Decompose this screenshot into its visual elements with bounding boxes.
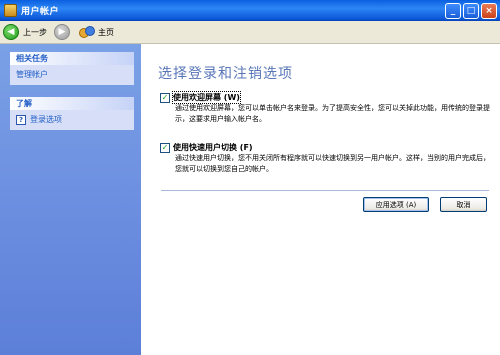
sidebar-item-label: 管理帐户 — [16, 70, 48, 79]
fast-user-switching-description: 通过快速用户切换，您不用关闭所有程序就可以快速切换到另一用户帐户。这样，当别的用… — [175, 154, 490, 173]
learn-header: 了解 — [10, 97, 134, 110]
fast-user-switching-checkbox[interactable]: ✓ — [160, 143, 170, 153]
minimize-button[interactable]: _ — [445, 3, 461, 19]
close-button[interactable]: × — [481, 3, 497, 19]
main-content: 选择登录和注销选项 ✓ 使用欢迎屏幕 (W) 通过使用欢迎屏幕，您可以单击帐户名… — [141, 44, 500, 355]
user-accounts-icon — [4, 4, 17, 17]
fast-user-switching-label[interactable]: 使用快速用户切换 (F) — [173, 142, 253, 153]
minimize-icon: _ — [450, 5, 456, 16]
window-title: 用户帐户 — [21, 7, 60, 17]
back-label: 上一步 — [23, 27, 47, 37]
maximize-icon: □ — [466, 5, 476, 16]
apply-options-button[interactable]: 应用选项 (A) — [363, 197, 429, 212]
welcome-screen-option: ✓ 使用欢迎屏幕 (W) 通过使用欢迎屏幕，您可以单击帐户名来登录。为了提高安全… — [160, 91, 490, 125]
sidebar: 相关任务 管理帐户 了解 ? 登录选项 — [0, 44, 141, 355]
sidebar-item-label: 登录选项 — [30, 115, 62, 124]
users-icon — [79, 26, 95, 38]
welcome-screen-checkbox[interactable]: ✓ — [160, 93, 170, 103]
sidebar-item-logon-options[interactable]: ? 登录选项 — [10, 110, 134, 130]
welcome-screen-description: 通过使用欢迎屏幕，您可以单击帐户名来登录。为了提高安全性，您可以关掉此功能，用传… — [175, 104, 490, 123]
learn-panel: 了解 ? 登录选项 — [10, 97, 134, 130]
page-title: 选择登录和注销选项 — [158, 66, 293, 82]
toolbar: ◀ 上一步 ▶ 主页 — [0, 21, 500, 44]
back-button[interactable]: ◀ 上一步 — [3, 23, 51, 41]
home-button[interactable]: 主页 — [77, 23, 118, 41]
help-icon: ? — [16, 114, 26, 125]
related-tasks-header: 相关任务 — [10, 52, 134, 65]
forward-arrow-icon: ▶ — [54, 24, 70, 40]
welcome-screen-label[interactable]: 使用欢迎屏幕 (W) — [172, 91, 241, 104]
cancel-button[interactable]: 取消 — [440, 197, 487, 212]
maximize-button[interactable]: □ — [463, 3, 479, 19]
fast-user-switching-option: ✓ 使用快速用户切换 (F) 通过快速用户切换，您不用关闭所有程序就可以快速切换… — [160, 142, 490, 175]
home-label: 主页 — [98, 27, 114, 37]
back-arrow-icon: ◀ — [3, 24, 19, 40]
window-controls: _ □ × — [445, 3, 497, 19]
title-bar[interactable]: 用户帐户 _ □ × — [0, 0, 500, 21]
sidebar-item-manage-accounts[interactable]: 管理帐户 — [10, 65, 134, 85]
related-tasks-panel: 相关任务 管理帐户 — [10, 52, 134, 85]
user-accounts-window: 用户帐户 _ □ × ◀ 上一步 ▶ 主页 相关任务 管理帐户 了解 ? 登录选… — [0, 0, 500, 355]
divider — [161, 190, 489, 191]
forward-button[interactable]: ▶ — [54, 23, 74, 41]
close-icon: × — [485, 5, 493, 16]
